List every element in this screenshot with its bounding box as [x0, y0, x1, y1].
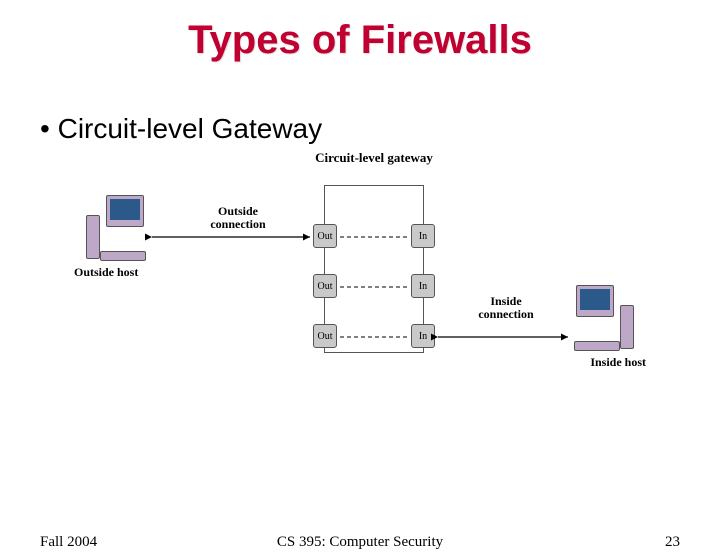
- port-out-1: Out: [313, 224, 337, 248]
- keyboard-icon: [574, 341, 620, 351]
- tower-icon: [620, 305, 634, 349]
- outside-host-label: Outside host: [74, 265, 138, 280]
- inside-connection-label: Inside connection: [466, 295, 546, 321]
- port-out-2: Out: [313, 274, 337, 298]
- monitor-icon: [576, 285, 614, 317]
- port-out-3: Out: [313, 324, 337, 348]
- gateway-box: Out In Out In Out In: [324, 185, 424, 353]
- footer-course: CS 395: Computer Security: [0, 534, 720, 551]
- port-in-1: In: [411, 224, 435, 248]
- bullet-text: Circuit-level Gateway: [58, 113, 323, 144]
- outside-host-icon: Outside host: [80, 195, 150, 261]
- keyboard-icon: [100, 251, 146, 261]
- gateway-box-label: Circuit-level gateway: [312, 151, 436, 165]
- inside-host-icon: Inside host: [570, 285, 640, 351]
- outside-connection-label: Outside connection: [198, 205, 278, 231]
- monitor-icon: [106, 195, 144, 227]
- footer-page: 23: [665, 534, 680, 551]
- slide-title: Types of Firewalls: [0, 18, 720, 63]
- bullet-item: • Circuit-level Gateway: [40, 113, 720, 145]
- inside-host-label: Inside host: [590, 355, 646, 370]
- port-in-3: In: [411, 324, 435, 348]
- tower-icon: [86, 215, 100, 259]
- port-in-2: In: [411, 274, 435, 298]
- circuit-gateway-diagram: Circuit-level gateway Out In Out In Out …: [80, 155, 640, 395]
